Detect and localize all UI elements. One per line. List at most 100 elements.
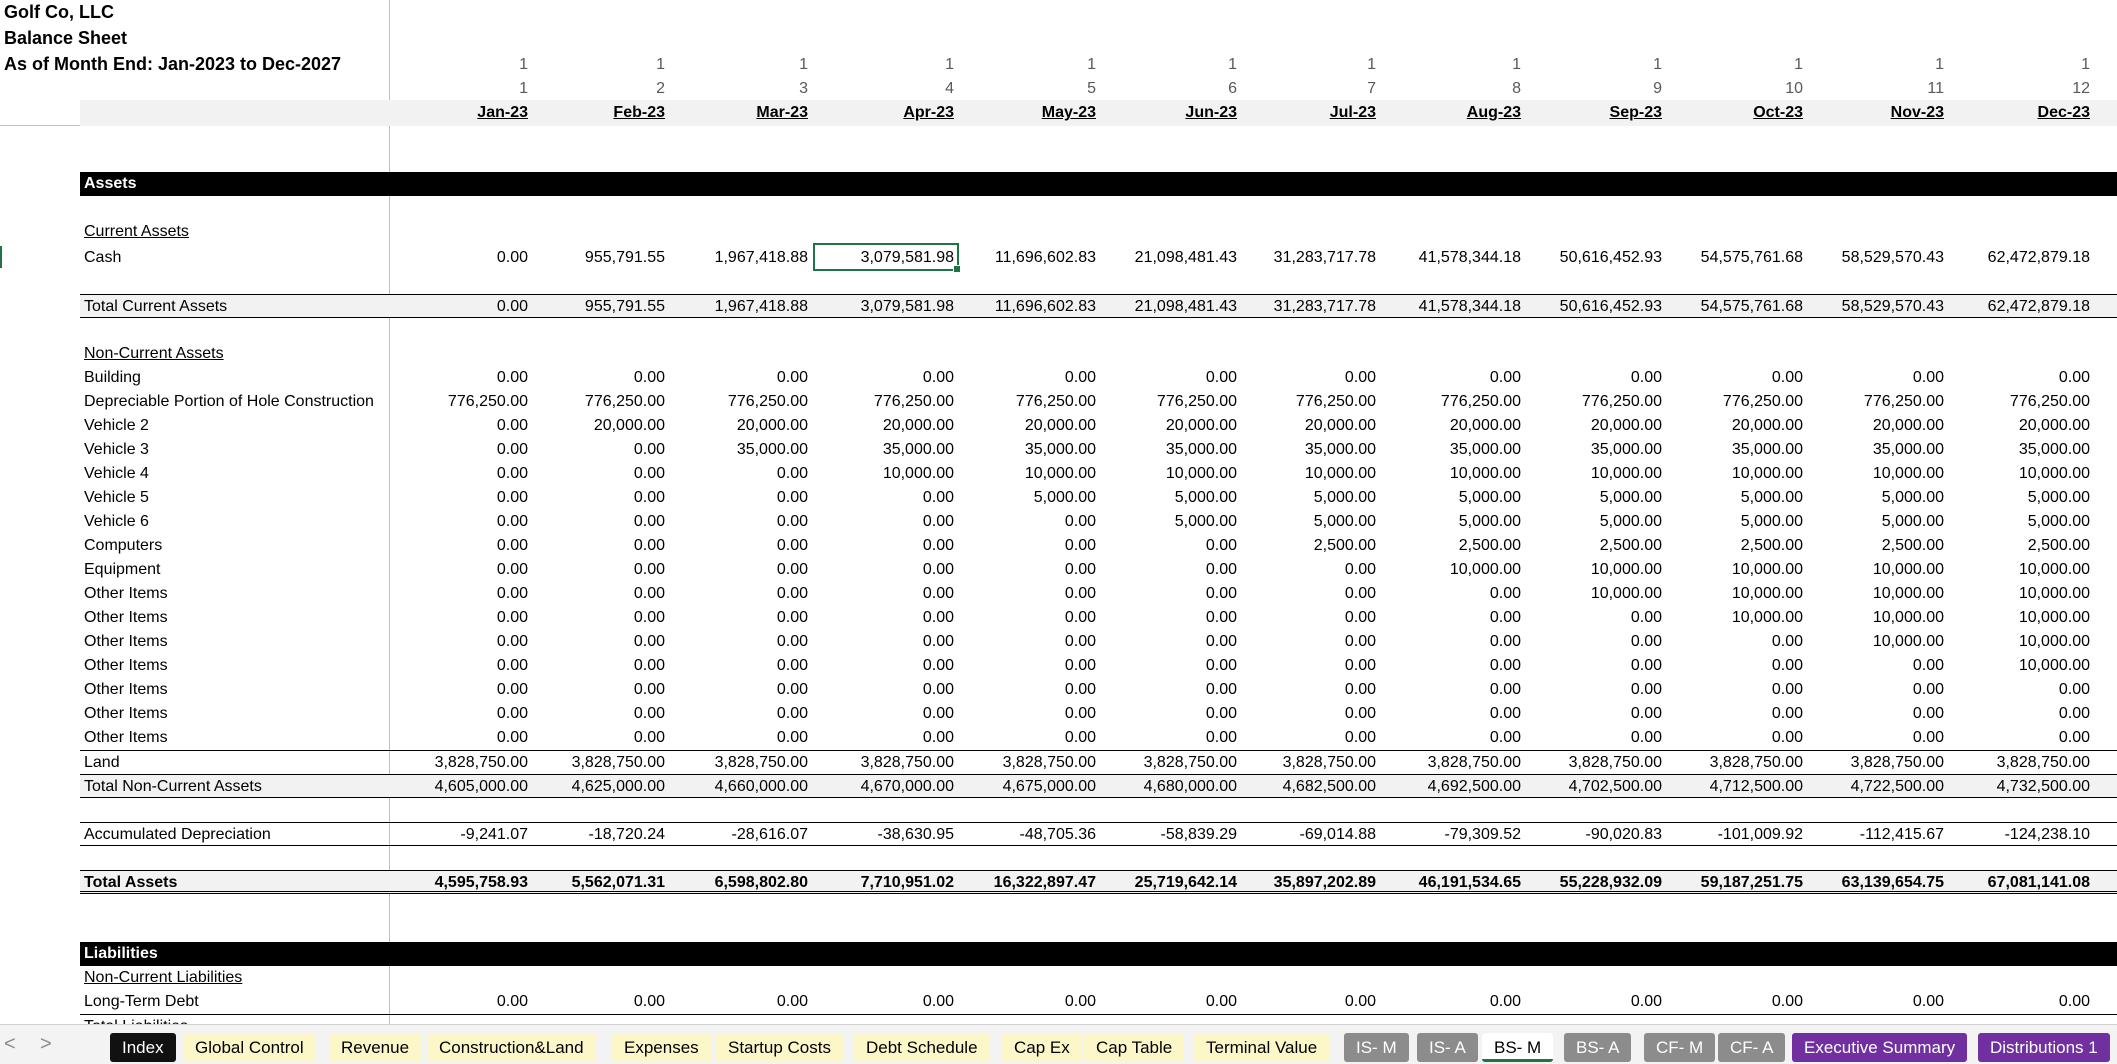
year-index-cell[interactable]: 1	[398, 56, 528, 74]
value-cell[interactable]: 5,000.00	[1532, 513, 1662, 531]
value-cell[interactable]: 0.00	[1107, 993, 1237, 1011]
value-cell[interactable]: 0.00	[824, 369, 954, 387]
row-label[interactable]: Depreciable Portion of Hole Construction	[84, 393, 374, 411]
value-cell[interactable]: 10,000.00	[824, 465, 954, 483]
value-cell[interactable]: 0.00	[535, 633, 665, 651]
value-cell[interactable]: 20,000.00	[1107, 417, 1237, 435]
value-cell[interactable]: 0.00	[1246, 585, 1376, 603]
value-cell[interactable]: 16,322,897.47	[966, 874, 1096, 892]
value-cell[interactable]: 0.00	[535, 585, 665, 603]
value-cell[interactable]: 41,578,344.18	[1391, 298, 1521, 316]
value-cell[interactable]: 10,000.00	[1391, 465, 1521, 483]
value-cell[interactable]: 0.00	[535, 993, 665, 1011]
value-cell[interactable]: 776,250.00	[398, 393, 528, 411]
value-cell[interactable]: 0.00	[535, 681, 665, 699]
value-cell[interactable]: -18,720.24	[535, 826, 665, 844]
value-cell[interactable]: 0.00	[398, 585, 528, 603]
value-cell[interactable]: 0.00	[1814, 369, 1944, 387]
value-cell[interactable]: 0.00	[535, 465, 665, 483]
month-header-cell[interactable]: Jan-23	[398, 104, 528, 122]
value-cell[interactable]: 5,000.00	[1391, 489, 1521, 507]
value-cell[interactable]: 0.00	[824, 705, 954, 723]
value-cell[interactable]: 35,000.00	[678, 441, 808, 459]
value-cell[interactable]: 5,000.00	[1814, 489, 1944, 507]
value-cell[interactable]: 0.00	[1391, 681, 1521, 699]
value-cell[interactable]: -112,415.67	[1814, 826, 1944, 844]
value-cell[interactable]: 0.00	[1532, 369, 1662, 387]
value-cell[interactable]: 0.00	[1391, 369, 1521, 387]
value-cell[interactable]: 0.00	[398, 705, 528, 723]
value-cell[interactable]: 5,000.00	[1960, 513, 2090, 531]
value-cell[interactable]: 0.00	[1107, 705, 1237, 723]
value-cell[interactable]: 776,250.00	[678, 393, 808, 411]
value-cell[interactable]: 0.00	[678, 513, 808, 531]
sheet-tab[interactable]: CF- M	[1644, 1033, 1716, 1062]
value-cell[interactable]: 31,283,717.78	[1246, 298, 1376, 316]
value-cell[interactable]: 0.00	[535, 537, 665, 555]
value-cell[interactable]: 20,000.00	[1532, 417, 1662, 435]
row-label[interactable]: Other Items	[84, 585, 168, 603]
value-cell[interactable]: 35,000.00	[1960, 441, 2090, 459]
value-cell[interactable]: 0.00	[966, 609, 1096, 627]
value-cell[interactable]: 10,000.00	[1814, 465, 1944, 483]
tab-scroll-right-icon[interactable]: >	[40, 1033, 52, 1056]
value-cell[interactable]: 0.00	[1107, 369, 1237, 387]
value-cell[interactable]: 2,500.00	[1960, 537, 2090, 555]
value-cell[interactable]: 4,682,500.00	[1246, 778, 1376, 796]
value-cell[interactable]: 20,000.00	[1960, 417, 2090, 435]
value-cell[interactable]: 0.00	[1960, 705, 2090, 723]
value-cell[interactable]: 54,575,761.68	[1673, 249, 1803, 267]
company-name[interactable]: Golf Co, LLC	[4, 2, 114, 23]
value-cell[interactable]: 35,000.00	[1673, 441, 1803, 459]
value-cell[interactable]: 0.00	[824, 585, 954, 603]
row-label[interactable]: Vehicle 5	[84, 489, 149, 507]
value-cell[interactable]: 0.00	[398, 441, 528, 459]
value-cell[interactable]: 0.00	[398, 465, 528, 483]
value-cell[interactable]: 35,000.00	[1391, 441, 1521, 459]
value-cell[interactable]: 10,000.00	[1814, 609, 1944, 627]
value-cell[interactable]: 50,616,452.93	[1532, 298, 1662, 316]
value-cell[interactable]: 0.00	[1107, 585, 1237, 603]
year-index-cell[interactable]: 1	[1391, 56, 1521, 74]
value-cell[interactable]: 3,828,750.00	[1391, 754, 1521, 772]
value-cell[interactable]: 0.00	[966, 705, 1096, 723]
value-cell[interactable]: 10,000.00	[1532, 465, 1662, 483]
value-cell[interactable]: 0.00	[966, 537, 1096, 555]
value-cell[interactable]: -124,238.10	[1960, 826, 2090, 844]
period-index-cell[interactable]: 5	[966, 80, 1096, 98]
row-label[interactable]: Total Non-Current Assets	[84, 778, 262, 796]
row-label[interactable]: Liabilities	[84, 945, 158, 963]
row-label[interactable]: Vehicle 4	[84, 465, 149, 483]
value-cell[interactable]: 0.00	[824, 633, 954, 651]
value-cell[interactable]: 0.00	[678, 489, 808, 507]
sheet-tab[interactable]: IS- A	[1417, 1033, 1478, 1062]
value-cell[interactable]: 0.00	[678, 705, 808, 723]
value-cell[interactable]: -79,309.52	[1391, 826, 1521, 844]
value-cell[interactable]: 10,000.00	[1532, 585, 1662, 603]
value-cell[interactable]: 20,000.00	[678, 417, 808, 435]
value-cell[interactable]: 0.00	[824, 993, 954, 1011]
value-cell[interactable]: 0.00	[678, 561, 808, 579]
value-cell[interactable]: 0.00	[1814, 729, 1944, 747]
value-cell[interactable]: 0.00	[535, 729, 665, 747]
value-cell[interactable]: 0.00	[824, 609, 954, 627]
value-cell[interactable]: 776,250.00	[1391, 393, 1521, 411]
value-cell[interactable]: 2,500.00	[1246, 537, 1376, 555]
value-cell[interactable]: 5,000.00	[1246, 489, 1376, 507]
period-index-cell[interactable]: 6	[1107, 80, 1237, 98]
value-cell[interactable]: 0.00	[966, 561, 1096, 579]
value-cell[interactable]: 0.00	[1107, 657, 1237, 675]
value-cell[interactable]: 0.00	[1246, 633, 1376, 651]
value-cell[interactable]: 0.00	[824, 681, 954, 699]
year-index-cell[interactable]: 1	[1673, 56, 1803, 74]
value-cell[interactable]: 10,000.00	[1107, 465, 1237, 483]
value-cell[interactable]: 5,000.00	[1246, 513, 1376, 531]
value-cell[interactable]: 0.00	[1960, 729, 2090, 747]
period-index-cell[interactable]: 10	[1673, 80, 1803, 98]
sheet-tab[interactable]: Debt Schedule	[854, 1033, 990, 1062]
value-cell[interactable]: 5,000.00	[1391, 513, 1521, 531]
month-header-cell[interactable]: Nov-23	[1814, 104, 1944, 122]
value-cell[interactable]: 0.00	[398, 729, 528, 747]
value-cell[interactable]: 0.00	[966, 729, 1096, 747]
value-cell[interactable]: 3,828,750.00	[824, 754, 954, 772]
